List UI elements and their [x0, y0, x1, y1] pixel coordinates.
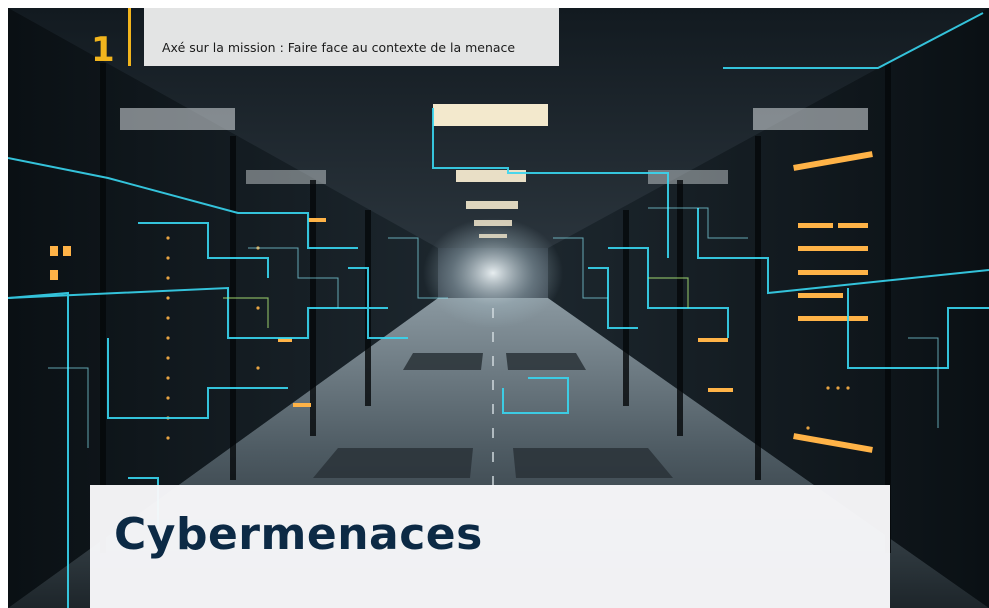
header-text: Axé sur la mission : Faire face au conte…: [162, 40, 516, 55]
accent-divider: [128, 8, 131, 66]
section-number: 1: [91, 30, 115, 70]
page-title: Cybermenaces: [114, 509, 483, 560]
slide-frame: 1 Axé sur la mission : Faire face au con…: [8, 8, 989, 608]
header-banner: Axé sur la mission : Faire face au conte…: [144, 8, 559, 66]
title-card: Cybermenaces: [90, 485, 890, 608]
